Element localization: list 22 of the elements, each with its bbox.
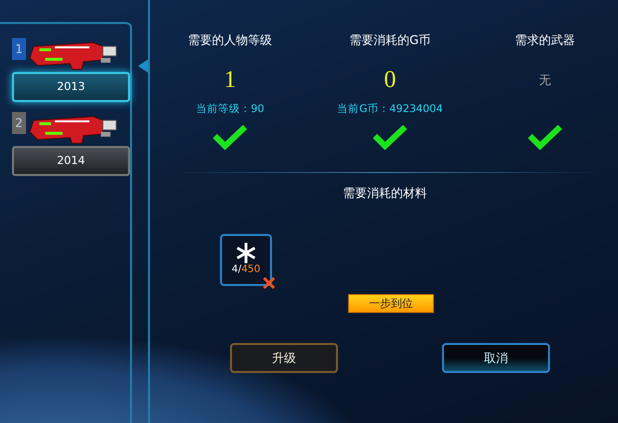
weapon-index: 2 bbox=[12, 112, 26, 134]
requirement-title: 需要的人物等级 bbox=[188, 32, 272, 49]
material-count: 4/450 bbox=[232, 264, 260, 275]
snowflake-icon bbox=[235, 242, 257, 264]
upgrade-button[interactable]: 升级 bbox=[230, 343, 338, 373]
requirement-title: 需要消耗的G币 bbox=[349, 32, 431, 49]
weapon-card[interactable]: 2 2014 bbox=[12, 112, 130, 176]
current-value: 当前等级：90 bbox=[196, 103, 264, 115]
materials-title: 需要消耗的材料 bbox=[342, 185, 428, 202]
material-slot[interactable]: 4/450 bbox=[220, 234, 272, 286]
requirement-value: 0 bbox=[384, 66, 396, 95]
quick-complete-button[interactable]: 一步到位 bbox=[348, 294, 434, 313]
requirement-value: 1 bbox=[224, 66, 236, 95]
weapon-year: 2013 bbox=[12, 72, 130, 102]
current-value: 当前G币：49234004 bbox=[337, 103, 443, 115]
pointer-icon bbox=[138, 58, 148, 74]
requirement-title: 需求的武器 bbox=[515, 32, 575, 49]
requirement-value: 无 bbox=[539, 72, 551, 89]
weapon-year: 2014 bbox=[12, 146, 130, 176]
weapon-card[interactable]: 1 2013 bbox=[12, 38, 130, 102]
weapon-index: 1 bbox=[12, 38, 26, 60]
cancel-button[interactable]: 取消 bbox=[442, 343, 550, 373]
